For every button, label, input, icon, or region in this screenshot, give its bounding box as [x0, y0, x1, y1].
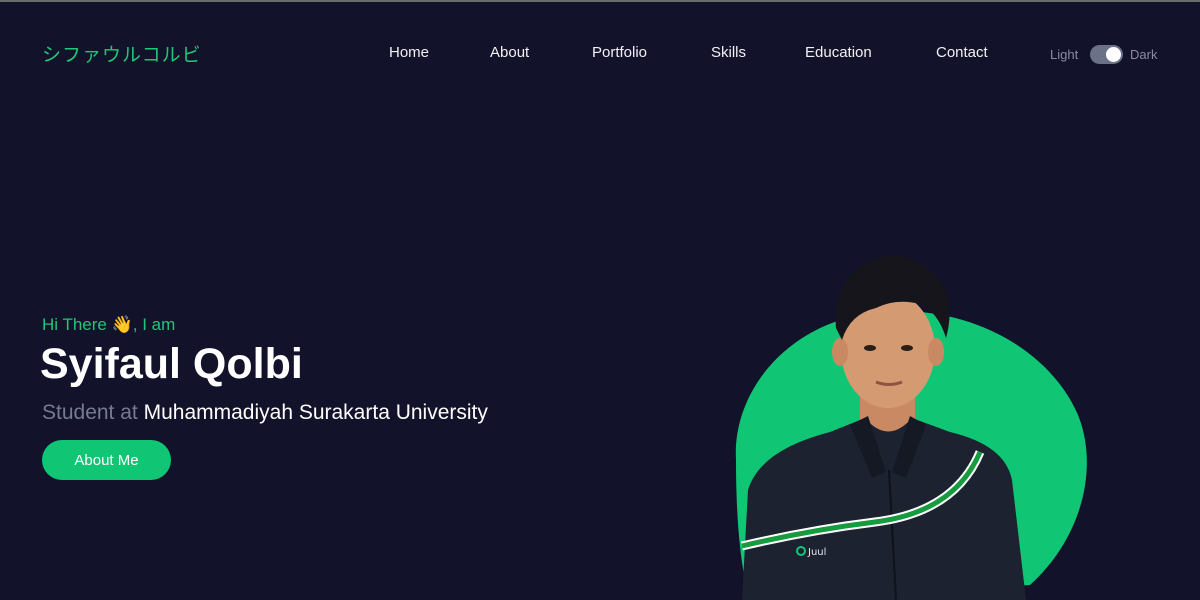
hero-role-org: Muhammadiyah Surakarta University	[143, 401, 488, 424]
theme-switcher: Light Dark	[1050, 44, 1170, 66]
nav-skills[interactable]: Skills	[711, 44, 746, 61]
portrait-eye-left	[864, 345, 876, 351]
window-top-edge	[0, 0, 1200, 2]
theme-toggle[interactable]	[1090, 45, 1123, 64]
main-nav: Home About Portfolio Skills Education Co…	[0, 44, 1200, 66]
portrait-eye-right	[901, 345, 913, 351]
nav-contact[interactable]: Contact	[936, 44, 988, 61]
nav-portfolio[interactable]: Portfolio	[592, 44, 647, 61]
hero-greeting: Hi There 👋, I am	[42, 315, 176, 334]
theme-light-label: Light	[1050, 47, 1079, 62]
nav-education[interactable]: Education	[805, 44, 872, 61]
theme-toggle-knob	[1106, 47, 1121, 62]
hero-name: Syifaul Qolbi	[40, 340, 303, 388]
page: シファウルコルビ Home About Portfolio Skills Edu…	[0, 0, 1200, 600]
portrait-ear-left	[832, 338, 848, 366]
portrait-ear-right	[928, 338, 944, 366]
hero-role-prefix: Student at	[42, 401, 138, 424]
nav-about[interactable]: About	[490, 44, 529, 61]
about-me-button[interactable]: About Me	[42, 440, 171, 480]
profile-portrait: Juul	[735, 255, 1087, 600]
theme-dark-label: Dark	[1130, 47, 1158, 62]
hero-role: Student at Muhammadiyah Surakarta Univer…	[42, 401, 488, 425]
nav-home[interactable]: Home	[389, 44, 429, 61]
shirt-badge-text: Juul	[807, 547, 826, 558]
